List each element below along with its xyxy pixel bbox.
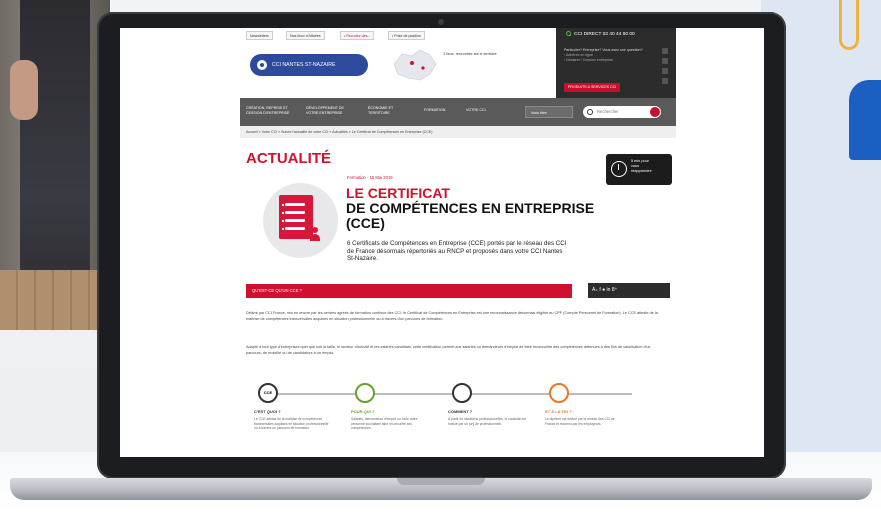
util-link-recrutez[interactable]: • Recrutez des...	[340, 31, 375, 40]
document-icon	[279, 195, 313, 239]
step-title: COMMENT ?	[448, 409, 473, 414]
title-line-3: (CCE)	[346, 215, 385, 231]
nav-item-economie[interactable]: ÉCONOMIE ET TERRITOIRE	[368, 106, 408, 116]
facebook-icon[interactable]	[662, 48, 668, 54]
hand	[10, 60, 38, 120]
share-toolbar[interactable]: A₊ f ● in 8⁺	[588, 283, 670, 298]
hand-icon	[452, 383, 472, 403]
article-paragraph-2: Adapté à tout type d'entreprises quel qu…	[246, 345, 651, 355]
read-time-badge: 5 min pour vous réapprendre	[606, 154, 672, 185]
article-subtitle: 6 Certificats de Compétences en Entrepri…	[347, 240, 567, 262]
person-icon	[310, 227, 320, 241]
cce-icon: CCE	[258, 383, 278, 403]
article-date: Formation - 15 Mai 2019	[347, 175, 393, 180]
article-title: LE CERTIFICAT DE COMPÉTENCES EN ENTREPRI…	[346, 186, 646, 231]
breadcrumb[interactable]: Accueil » Votre CCI » Suivre l'actualité…	[240, 126, 676, 138]
step-body: Le diplôme est délivré par le réseau des…	[545, 417, 615, 426]
step-body: À partir de situations professionnelles,…	[448, 417, 526, 426]
promo-link-declarer[interactable]: › Déclarer / Cession entreprise	[564, 58, 668, 63]
nav-item-votre-cci[interactable]: VOTRE CCI	[466, 108, 486, 113]
twitter-icon[interactable]	[662, 68, 668, 74]
laptop-screen: Newsletters Nos lieux d'Affaires • Recru…	[120, 28, 764, 457]
step-title: POUR QUI ?	[351, 409, 375, 414]
map-icon[interactable]	[390, 46, 440, 84]
background-figure	[849, 80, 881, 160]
certificate-illustration	[263, 183, 338, 258]
step-title: ET À LA FIN ?	[545, 409, 572, 414]
steps-connector	[262, 393, 632, 395]
map-text: 2 lieux, rencontrez sur le territoire	[443, 52, 497, 56]
floor	[0, 270, 110, 330]
website: Newsletters Nos lieux d'Affaires • Recru…	[240, 28, 676, 457]
step-title: C'EST QUOI ?	[254, 409, 281, 414]
util-link-newsletters[interactable]: Newsletters	[246, 31, 273, 40]
background-ring	[839, 0, 859, 50]
clock-icon	[611, 161, 627, 177]
nav-item-creation[interactable]: CRÉATION, REPRISE ET CESSION D'ENTREPRIS…	[246, 106, 294, 116]
camera-icon	[438, 19, 444, 25]
cci-direct-bar[interactable]: CCI DIRECT 02 40 44 60 00	[556, 28, 676, 42]
site-logo[interactable]: CCI NANTES ST-NAZAIRE	[250, 54, 368, 76]
title-line-1: LE CERTIFICAT	[346, 185, 450, 201]
nav-item-developpement[interactable]: DÉVELOPPEMENT DE VOTRE ENTREPRISE	[306, 106, 356, 116]
section-title: ACTUALITÉ	[246, 150, 331, 167]
read-time-text: 5 min pour vous réapprendre	[631, 159, 652, 174]
phone-icon	[566, 31, 571, 37]
laptop-notch	[397, 478, 485, 485]
util-link-lieux[interactable]: Nos lieux d'Affaires	[286, 31, 325, 40]
main-nav: CRÉATION, REPRISE ET CESSION D'ENTREPRIS…	[240, 98, 676, 126]
logo-mark-icon	[257, 60, 267, 70]
step-body: Salariés, demandeurs d'emploi ou toute a…	[351, 417, 418, 430]
nav-item-formation[interactable]: FORMATION	[424, 108, 445, 113]
youtube-icon[interactable]	[662, 78, 668, 84]
search-icon	[587, 109, 593, 115]
products-services-button[interactable]: PRODUITS & SERVICES CCI	[564, 83, 621, 92]
audience-select[interactable]: Vous êtes	[525, 106, 573, 118]
section-header-bar: QU'EST-CE QU'UN CCE ?	[246, 284, 572, 298]
search-button[interactable]	[650, 107, 660, 117]
logo-text: CCI NANTES ST-NAZAIRE	[272, 62, 336, 68]
step-body: Le CCE atteste de la maîtrise de compéte…	[254, 417, 329, 430]
promo-panel: Particulier? Entreprise? Vous avez une q…	[556, 42, 676, 98]
social-icons	[662, 48, 672, 88]
cci-direct-text: CCI DIRECT 02 40 44 60 00	[574, 32, 635, 37]
util-link-prise-de-position[interactable]: • Prise de position	[388, 31, 425, 40]
background-person	[0, 0, 110, 330]
site-header: CCI NANTES ST-NAZAIRE 2 lieux, rencontre…	[240, 42, 676, 98]
person-icon	[355, 383, 375, 403]
runner-icon	[549, 383, 569, 403]
linkedin-icon[interactable]	[662, 58, 668, 64]
utility-bar: Newsletters Nos lieux d'Affaires • Recru…	[240, 28, 676, 42]
article-paragraph-1: Délivré par CCI France, mis en œuvre par…	[246, 311, 658, 321]
title-line-2: DE COMPÉTENCES EN ENTREPRISE	[346, 200, 595, 216]
